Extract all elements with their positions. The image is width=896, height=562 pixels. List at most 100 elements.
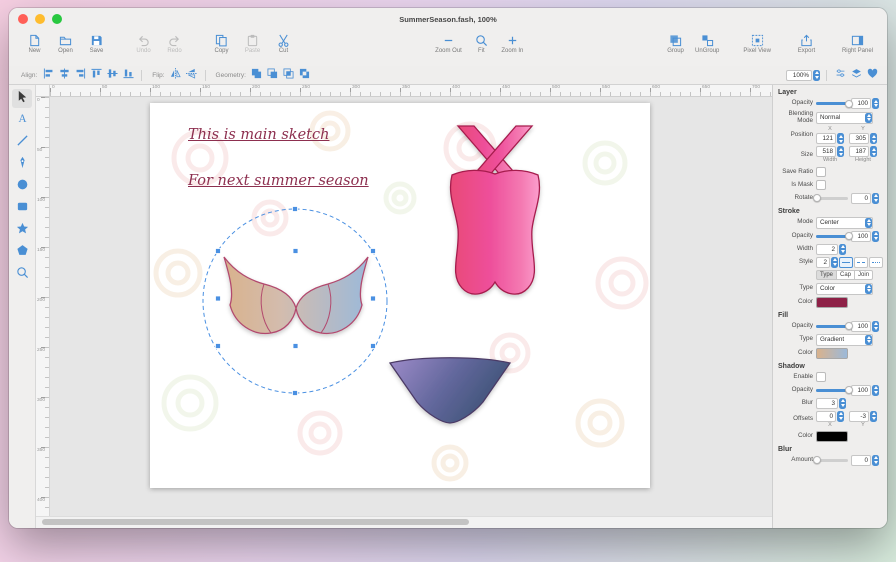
tool-star[interactable] [12, 221, 32, 240]
stepper-button[interactable] [865, 218, 872, 228]
align-left-button[interactable] [41, 69, 55, 82]
geo-union-button[interactable] [250, 69, 264, 82]
scrollbar-thumb[interactable] [42, 519, 469, 525]
tool-text[interactable]: A [12, 111, 32, 130]
stepper-button[interactable] [872, 231, 879, 242]
stepper-button[interactable] [865, 113, 872, 123]
stepper-button[interactable] [837, 133, 844, 144]
slider[interactable] [816, 325, 848, 328]
selection-handle[interactable] [216, 344, 221, 349]
artboard[interactable]: This is main sketch For next summer seas… [150, 103, 650, 488]
width-field[interactable]: 2 [816, 244, 846, 255]
swimsuit-body[interactable] [451, 170, 540, 294]
type-dropdown[interactable]: Color [816, 283, 873, 295]
checkbox[interactable] [816, 167, 826, 177]
toolbar-ungroup-button[interactable]: UnGroup [691, 30, 723, 54]
stepper-button[interactable] [865, 284, 872, 294]
bikini-top-body[interactable] [224, 257, 368, 333]
canvas-text-main-sketch[interactable]: This is main sketch [188, 127, 329, 143]
align-center-h-button[interactable] [57, 69, 71, 82]
color-swatch[interactable] [816, 431, 848, 442]
toolbar-zoom-out-button[interactable]: Zoom Out [431, 30, 466, 54]
horizontal-scrollbar[interactable] [36, 516, 772, 528]
align-middle-button[interactable] [105, 69, 119, 82]
bikini-top-shape[interactable] [224, 257, 368, 333]
stepper-button[interactable] [813, 70, 820, 81]
stepper-button[interactable] [872, 193, 879, 204]
selection-handle[interactable] [293, 207, 298, 212]
toolbar-export-button[interactable]: Export [791, 30, 822, 54]
tool-polygon[interactable] [12, 243, 32, 262]
toolbar-open-button[interactable]: Open [50, 30, 81, 54]
toolbar-right-panel-button[interactable]: Right Panel [838, 30, 877, 54]
geo-exclude-button[interactable] [298, 69, 312, 82]
stroke-style-dashed-button[interactable] [854, 257, 868, 268]
number-field[interactable]: 100 [851, 231, 879, 242]
stepper-button[interactable] [837, 411, 844, 422]
number-field[interactable]: 0 [816, 411, 844, 422]
stepper-button[interactable] [872, 455, 879, 466]
number-field[interactable]: 305 [849, 133, 877, 144]
close-window-button[interactable] [18, 14, 28, 24]
type-dropdown[interactable]: Gradient [816, 334, 873, 346]
slider[interactable] [816, 235, 848, 238]
canvas-text-season[interactable]: For next summer season [188, 173, 369, 189]
stepper-button[interactable] [872, 321, 879, 332]
geo-subtract-button[interactable] [266, 69, 280, 82]
tool-ellipse[interactable] [12, 177, 32, 196]
number-field[interactable]: 121 [816, 133, 844, 144]
toolbar-fit-button[interactable]: Fit [466, 30, 497, 54]
tool-select[interactable] [12, 89, 32, 108]
toolbar-copy-button[interactable]: Copy [206, 30, 237, 54]
stepper-button[interactable] [870, 146, 877, 157]
align-bottom-button[interactable] [121, 69, 135, 82]
toolbar-paste-button[interactable]: Paste [237, 30, 268, 54]
geo-intersect-button[interactable] [282, 69, 296, 82]
slider[interactable] [816, 459, 848, 462]
slider-knob[interactable] [813, 194, 821, 202]
stepper-button[interactable] [872, 385, 879, 396]
slider-knob[interactable] [845, 232, 853, 240]
checkbox[interactable] [816, 180, 826, 190]
slider[interactable] [816, 389, 848, 392]
toolbar-pixel-view-button[interactable]: Pixel View [739, 30, 775, 54]
color-swatch[interactable] [816, 297, 848, 308]
blending-mode-dropdown[interactable]: Normal [816, 112, 873, 124]
tool-zoom[interactable] [12, 265, 32, 284]
stroke-style-dotted-button[interactable] [869, 257, 883, 268]
stepper-button[interactable] [839, 244, 846, 255]
minimize-window-button[interactable] [35, 14, 45, 24]
selection-handle[interactable] [371, 344, 376, 349]
flip-v-button[interactable] [185, 69, 199, 82]
tab-cap[interactable]: Cap [837, 270, 855, 280]
fullscreen-window-button[interactable] [52, 14, 62, 24]
tab-type[interactable]: Type [816, 270, 837, 280]
bikini-bottom-body[interactable] [390, 358, 510, 423]
adjust-button[interactable] [833, 69, 847, 82]
number-field[interactable]: 518 [816, 146, 844, 157]
toolbar-save-button[interactable]: Save [81, 30, 112, 54]
stepper-button[interactable] [831, 257, 838, 268]
number-field[interactable]: 187 [849, 146, 877, 157]
slider-knob[interactable] [813, 456, 821, 464]
number-field[interactable]: -3 [849, 411, 877, 422]
color-swatch[interactable] [816, 348, 848, 359]
align-top-button[interactable] [89, 69, 103, 82]
slider[interactable] [816, 197, 848, 200]
tab-join[interactable]: Join [855, 270, 873, 280]
flip-h-button[interactable] [169, 69, 183, 82]
toolbar-group-button[interactable]: Group [660, 30, 691, 54]
toolbar-new-button[interactable]: New [19, 30, 50, 54]
number-field[interactable]: 0 [851, 455, 879, 466]
selection-handle[interactable] [293, 391, 298, 396]
stroke-style-solid-button[interactable] [839, 257, 853, 268]
blur-field[interactable]: 3 [816, 398, 846, 409]
zoom-level-field[interactable]: 100% [786, 70, 820, 81]
slider[interactable] [816, 102, 848, 105]
bikini-bottom-shape[interactable] [390, 358, 510, 423]
selection-handle[interactable] [293, 344, 298, 349]
slider-knob[interactable] [845, 100, 853, 108]
stepper-button[interactable] [837, 146, 844, 157]
number-field[interactable]: 0 [851, 193, 879, 204]
mode-dropdown[interactable]: Center [816, 217, 873, 229]
